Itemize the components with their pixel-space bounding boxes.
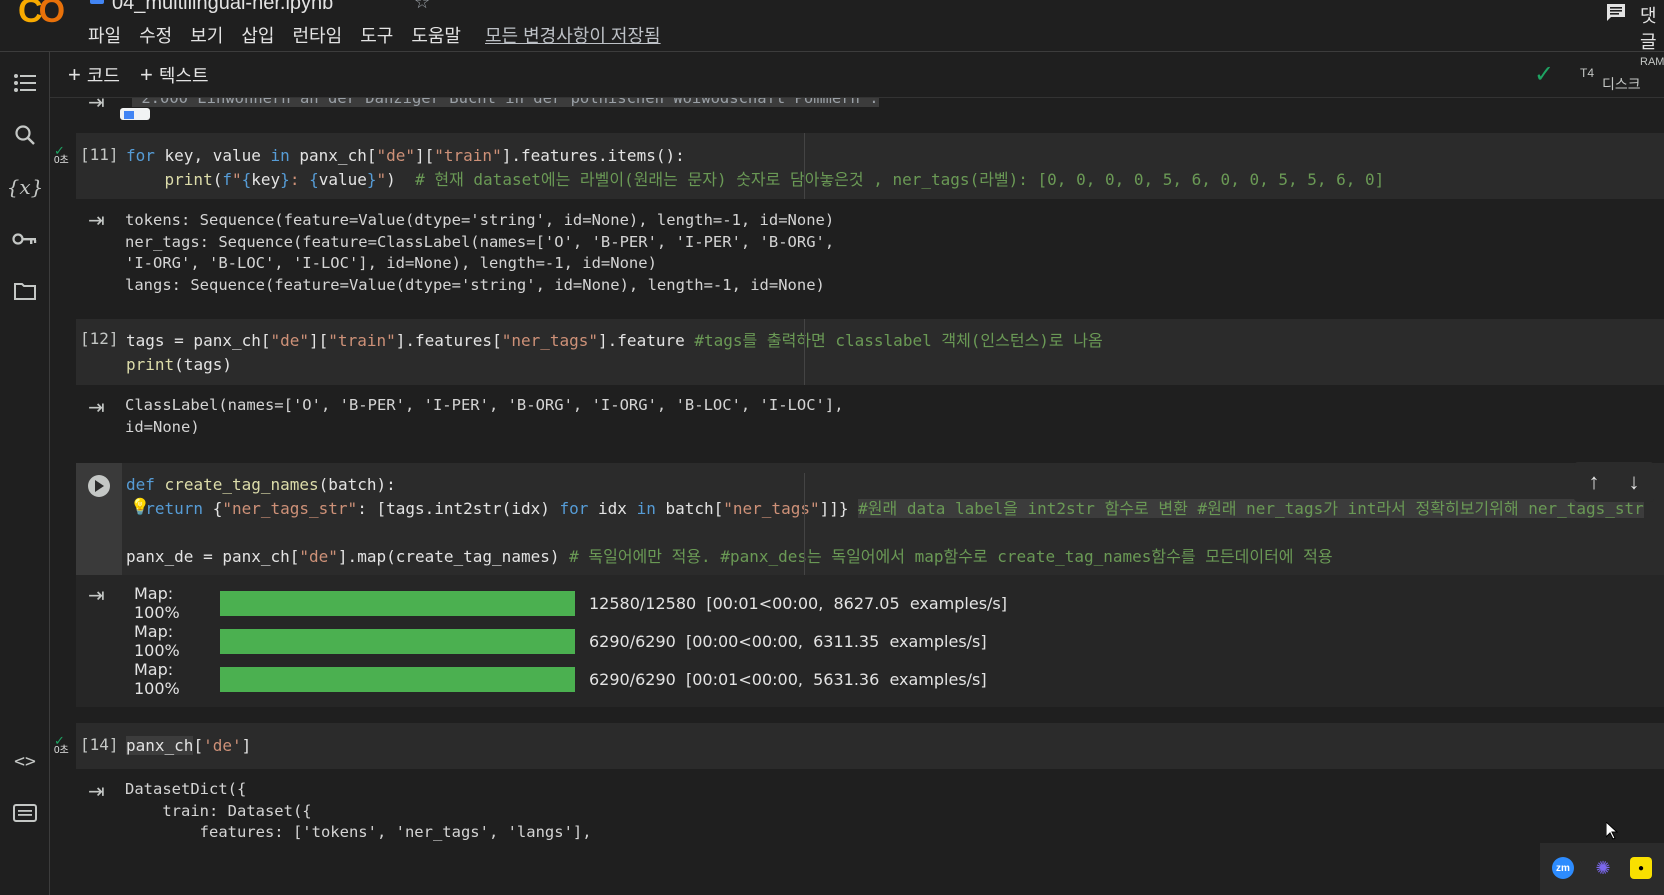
execution-count: [12] [80,329,119,348]
menu-view[interactable]: 보기 [190,22,231,48]
star-icon[interactable]: ☆ [414,0,430,13]
saved-status-link[interactable]: 모든 변경사항이 저장됨 [485,22,661,48]
chat-icon[interactable]: ● [1630,857,1652,879]
disk-label[interactable]: 디스크 [1602,74,1641,94]
code-cell-13[interactable]: 💡 def create_tag_names(batch): return {"… [76,463,1664,575]
progress-row-2: Map: 100% 6290/6290 [00:00<00:00, 6311.3… [134,622,987,660]
progress-label: Map: 100% [134,584,180,622]
menu-insert[interactable]: 삽입 [241,22,282,48]
folder-icon[interactable] [10,276,40,306]
cursor-chip [120,108,150,120]
cell-14-status: ✓ 0초 [54,733,69,756]
cell-11-output: tokens: Sequence(feature=Value(dtype='st… [125,211,835,294]
cell-move-toolbar: ↑ ↓ [1574,462,1654,502]
execution-count: [14] [80,735,119,754]
menu-bar: 파일 수정 보기 삽입 런타임 도구 도움말 모든 변경사항이 저장됨 [88,22,661,48]
runtime-type[interactable]: T4 [1580,66,1594,80]
output-icon[interactable]: ⇥ [88,98,114,114]
progress-row-1: Map: 100% 12580/12580 [00:01<00:00, 8627… [134,584,1007,622]
output-icon[interactable]: ⇥ [88,208,114,232]
progress-info: 6290/6290 [00:01<00:00, 5631.36 examples… [589,669,987,689]
left-sidebar: {x} <> [0,52,50,895]
plus-icon: + [140,62,153,87]
app-header: CO 04_multilingual-ner.ipynb ☆ 파일 수정 보기 … [0,0,1664,52]
progress-bar [220,666,575,692]
comment-label[interactable]: 댓글 [1640,2,1664,54]
execution-count: [11] [80,145,119,164]
key-icon[interactable] [10,224,40,254]
system-tray: zm ✺ ● [1540,843,1664,895]
drive-icon [90,0,104,4]
menu-tools[interactable]: 도구 [360,22,401,48]
notebook-toolbar: + 코드 + 텍스트 ✓ T4 RAM 디스크 [50,52,1664,98]
column-ruler [804,473,805,575]
output-icon[interactable]: ⇥ [88,395,114,419]
variables-icon[interactable]: {x} [7,172,44,202]
cell-11-status: ✓ 0초 [54,143,69,166]
notebook-title[interactable]: 04_multilingual-ner.ipynb [112,0,333,15]
gear-icon[interactable]: ✺ [1592,857,1614,879]
search-icon[interactable] [10,120,40,150]
terminal-icon[interactable] [10,798,40,828]
menu-icon[interactable] [10,68,40,98]
add-code-label: 코드 [86,66,120,86]
previous-output: '2.000 Einwohnern an der Danziger Bucht … [132,98,879,110]
arrow-down-icon[interactable]: ↓ [1629,469,1640,495]
code-snippets-icon[interactable]: <> [10,746,40,776]
zoom-icon[interactable]: zm [1552,857,1574,879]
progress-bar [220,590,575,616]
ram-label[interactable]: RAM [1640,56,1664,68]
code-cell-14[interactable]: [14] panx_ch['de'] [76,723,1664,769]
cell-12-output: ClassLabel(names=['O', 'B-PER', 'I-PER',… [125,396,844,436]
notebook-area: ⇥ '2.000 Einwohnern an der Danziger Buch… [50,98,1664,895]
code-cell-12[interactable]: [12] tags = panx_ch["de"]["train"].featu… [76,319,1664,385]
code-editor[interactable]: for key, value in panx_ch["de"]["train"]… [126,144,1384,192]
progress-label: Map: 100% [134,660,180,698]
progress-info: 6290/6290 [00:00<00:00, 6311.35 examples… [589,631,987,651]
menu-edit[interactable]: 수정 [139,22,180,48]
code-cell-11[interactable]: [11] for key, value in panx_ch["de"]["tr… [76,133,1664,199]
arrow-up-icon[interactable]: ↑ [1589,469,1600,495]
code-editor[interactable]: panx_ch['de'] [126,734,251,758]
mouse-cursor-icon [1605,820,1619,845]
comment-icon[interactable] [1605,2,1627,22]
output-icon[interactable]: ⇥ [88,583,114,607]
add-text-button[interactable]: + 텍스트 [140,62,209,88]
add-text-label: 텍스트 [158,66,209,86]
menu-file[interactable]: 파일 [88,22,129,48]
column-ruler [804,133,805,199]
code-editor[interactable]: def create_tag_names(batch): return {"ne… [126,473,1644,569]
code-editor[interactable]: tags = panx_ch["de"]["train"].features["… [126,329,1103,377]
output-icon[interactable]: ⇥ [88,779,114,803]
progress-row-3: Map: 100% 6290/6290 [00:01<00:00, 5631.3… [134,660,987,698]
cell-14-output: DatasetDict({ train: Dataset({ features:… [125,780,592,841]
column-ruler [804,319,805,385]
connected-check-icon[interactable]: ✓ [1534,60,1554,89]
progress-bar [220,628,575,654]
plus-icon: + [68,62,81,87]
run-icon[interactable] [88,475,110,497]
menu-help[interactable]: 도움말 [411,22,469,48]
menu-runtime[interactable]: 런타임 [293,22,351,48]
add-code-button[interactable]: + 코드 [68,62,120,88]
progress-info: 12580/12580 [00:01<00:00, 8627.05 exampl… [589,593,1007,613]
progress-label: Map: 100% [134,622,180,660]
colab-logo[interactable]: CO [18,0,65,31]
